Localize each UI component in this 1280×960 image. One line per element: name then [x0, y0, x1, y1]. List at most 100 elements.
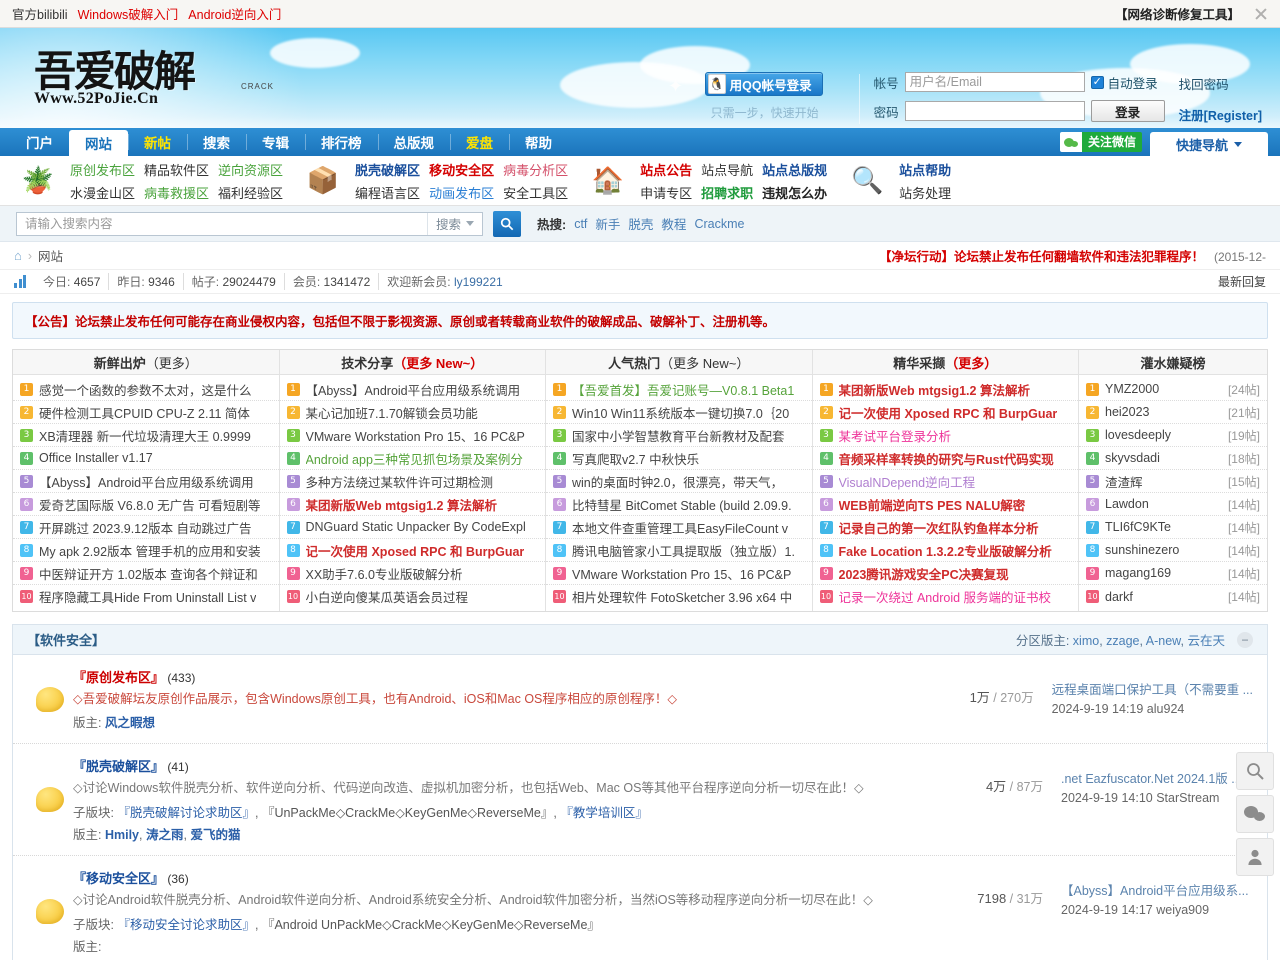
- list-item[interactable]: 10 小白逆向傻某瓜英语会员过程: [280, 585, 546, 608]
- account-input[interactable]: [904, 72, 1085, 92]
- list-item[interactable]: 6 爱奇艺国际版 V6.8.0 无广告 可看短剧等: [13, 493, 279, 516]
- list-item[interactable]: 8 sunshinezero [14帖]: [1079, 539, 1267, 562]
- nav-tab-search[interactable]: 搜索: [187, 128, 246, 156]
- site-logo[interactable]: 吾爱破解 Www.52PoJie.Cn CRACK: [34, 48, 284, 120]
- list-item[interactable]: 1 【Abyss】Android平台应用级系统调用: [279, 378, 545, 401]
- forum-sub-1[interactable]: 『脱壳破解讨论求助区』: [117, 806, 255, 820]
- search-scope-select[interactable]: 搜索: [427, 212, 483, 235]
- forum-mod-name[interactable]: 爱飞的猫: [190, 828, 240, 842]
- cat-link-virus-rescue[interactable]: 病毒救援区: [144, 183, 209, 202]
- find-password-link[interactable]: 找回密码: [1179, 74, 1262, 93]
- nav-tab-help[interactable]: 帮助: [509, 128, 568, 156]
- section-mod-4[interactable]: 云在天: [1187, 634, 1225, 648]
- board-more-link[interactable]: （更多）: [146, 353, 198, 372]
- autologin-toggle[interactable]: 自动登录: [1090, 73, 1165, 92]
- cat-link-original-release[interactable]: 原创发布区: [70, 160, 135, 179]
- last-post-title[interactable]: .net Eazfuscator.Net 2024.1版 ...: [1061, 768, 1253, 787]
- nav-tab-aipan[interactable]: 爱盘: [450, 128, 509, 156]
- cat-link-apply-zone[interactable]: 申请专区: [640, 183, 692, 202]
- list-item[interactable]: 8 Fake Location 1.3.2.2专业版破解分析: [812, 539, 1078, 562]
- cat-link-site-announcement[interactable]: 站点公告: [640, 160, 692, 179]
- cat-link-site-affairs[interactable]: 站务处理: [899, 183, 951, 202]
- password-input[interactable]: [904, 101, 1085, 121]
- board-more-link[interactable]: （更多 New~）: [660, 353, 749, 372]
- list-item[interactable]: 4 音频采样率转换的研究与Rust代码实现: [812, 447, 1078, 470]
- hot-term-ctf[interactable]: ctf: [574, 217, 587, 231]
- list-item[interactable]: 2 Win10 Win11系统版本一键切换7.0｛20: [546, 401, 812, 424]
- cat-link-site-help[interactable]: 站点帮助: [899, 160, 951, 179]
- top-link-android-reverse[interactable]: Android逆向入门: [188, 4, 281, 23]
- qq-login-button[interactable]: 🐧 用QQ帐号登录: [704, 72, 823, 96]
- list-item[interactable]: 9 magang169 [14帖]: [1079, 562, 1267, 585]
- last-post-title[interactable]: 远程桌面端口保护工具（不需要重 ...: [1052, 679, 1253, 698]
- list-item[interactable]: 10 darkf [14帖]: [1079, 585, 1267, 608]
- list-item[interactable]: 1 【吾爱首发】吾爱记账号—V0.8.1 Beta1: [546, 378, 812, 401]
- list-item[interactable]: 8 记一次使用 Xposed RPC 和 BurpGuar: [279, 539, 545, 562]
- forum-sub-1[interactable]: 『移动安全讨论求助区』: [117, 918, 255, 932]
- notice-title[interactable]: 【净坛行动】论坛禁止发布任何翻墙软件和违法犯罪程序！: [879, 246, 1204, 265]
- list-item[interactable]: 6 某团新版Web mtgsig1.2 算法解析: [279, 493, 545, 516]
- hot-term-crackme[interactable]: Crackme: [694, 217, 744, 231]
- list-item[interactable]: 3 国家中小学智慧教育平台新教材及配套: [546, 424, 812, 447]
- list-item[interactable]: 3 lovesdeeply [19帖]: [1079, 424, 1267, 447]
- section-mod-2[interactable]: zzage: [1106, 634, 1139, 648]
- register-link[interactable]: 注册[Register]: [1179, 105, 1262, 124]
- board-more-link[interactable]: （更多）: [945, 353, 997, 372]
- stat-welcome-value[interactable]: ly199221: [454, 275, 503, 289]
- cat-link-programming[interactable]: 编程语言区: [355, 183, 420, 202]
- list-item[interactable]: 10 相片处理软件 FotoSketcher 3.96 x64 中: [546, 585, 812, 608]
- forum-title[interactable]: 『原创发布区』: [73, 670, 164, 685]
- forum-sub-2[interactable]: 『UnPackMe◇CrackMe◇KeyGenMe◇ReverseMe』: [262, 806, 553, 820]
- nav-tab-newposts[interactable]: 新帖: [128, 128, 187, 156]
- hot-term-newbie[interactable]: 新手: [595, 214, 620, 233]
- list-item[interactable]: 1 感觉一个函数的参数不太对，这是什么: [13, 378, 279, 401]
- cat-link-security-tools[interactable]: 安全工具区: [503, 183, 568, 202]
- list-item[interactable]: 9 XX助手7.6.0专业版破解分析: [279, 562, 545, 585]
- list-item[interactable]: 2 记一次使用 Xposed RPC 和 BurpGuar: [812, 401, 1078, 424]
- side-search-button[interactable]: [1236, 752, 1274, 790]
- list-item[interactable]: 2 hei2023 [21帖]: [1079, 401, 1267, 424]
- cat-link-recruitment[interactable]: 招聘求职: [701, 183, 753, 202]
- nav-tab-album[interactable]: 专辑: [246, 128, 305, 156]
- top-link-windows-crack[interactable]: Windows破解入门: [78, 4, 179, 23]
- top-link-bilibili[interactable]: 官方bilibili: [12, 4, 68, 23]
- list-item[interactable]: 7 开屏跳过 2023.9.12版本 自动跳过广告: [13, 516, 279, 539]
- latest-reply-link[interactable]: 最新回复: [1218, 273, 1266, 290]
- forum-title[interactable]: 『脱壳破解区』: [73, 759, 164, 774]
- board-more-link[interactable]: （更多 New~）: [393, 353, 483, 372]
- hot-term-tutorial[interactable]: 教程: [661, 214, 686, 233]
- forum-title[interactable]: 『移动安全区』: [73, 871, 164, 886]
- home-icon[interactable]: ⌂: [14, 248, 22, 263]
- cat-link-welfare[interactable]: 福利经验区: [218, 183, 283, 202]
- list-item[interactable]: 4 Android app三种常见抓包场景及案例分: [279, 447, 545, 470]
- list-item[interactable]: 5 【Abyss】Android平台应用级系统调用: [13, 470, 279, 493]
- list-item[interactable]: 7 DNGuard Static Unpacker By CodeExpl: [279, 516, 545, 539]
- forum-mod-name[interactable]: 风之暇想: [105, 716, 155, 730]
- cat-link-animation[interactable]: 动画发布区: [429, 183, 494, 202]
- list-item[interactable]: 10 程序隐藏工具Hide From Uninstall List v: [13, 585, 279, 608]
- list-item[interactable]: 7 本地文件查重管理工具EasyFileCount v: [546, 516, 812, 539]
- list-item[interactable]: 4 Office Installer v1.17: [13, 447, 279, 470]
- breadcrumb-current[interactable]: 网站: [38, 246, 63, 265]
- search-input[interactable]: [17, 212, 427, 235]
- nav-tab-rules[interactable]: 总版规: [377, 128, 451, 156]
- nav-tab-ranking[interactable]: 排行榜: [305, 128, 378, 156]
- list-item[interactable]: 3 VMware Workstation Pro 15、16 PC&P: [279, 424, 545, 447]
- search-submit-button[interactable]: [493, 210, 522, 237]
- list-item[interactable]: 4 写真爬取v2.7 中秋快乐: [546, 447, 812, 470]
- list-item[interactable]: 2 某心记加班7.1.70解锁会员功能: [279, 401, 545, 424]
- list-item[interactable]: 5 渣渣辉 [15帖]: [1079, 470, 1267, 493]
- list-item[interactable]: 5 多种方法绕过某软件许可过期检测: [279, 470, 545, 493]
- list-item[interactable]: 6 Lawdon [14帖]: [1079, 493, 1267, 516]
- list-item[interactable]: 3 XB清理器 新一代垃圾清理大王 0.9999: [13, 424, 279, 447]
- list-item[interactable]: 10 记录一次绕过 Android 服务端的证书校: [813, 585, 1079, 608]
- hot-term-unpack[interactable]: 脱壳: [628, 214, 653, 233]
- list-item[interactable]: 6 比特彗星 BitComet Stable (build 2.09.9.: [546, 493, 812, 516]
- forum-mod-name[interactable]: 涛之雨: [146, 828, 184, 842]
- collapse-icon[interactable]: −: [1237, 631, 1253, 648]
- list-item[interactable]: 8 My apk 2.92版本 管理手机的应用和安装: [13, 539, 279, 562]
- cat-link-virus-analysis[interactable]: 病毒分析区: [503, 160, 568, 179]
- list-item[interactable]: 5 win的桌面时钟2.0，很漂亮，带天气，: [546, 470, 812, 493]
- autologin-checkbox[interactable]: [1090, 75, 1104, 89]
- list-item[interactable]: 2 硬件检测工具CPUID CPU-Z 2.11 简体: [13, 401, 279, 424]
